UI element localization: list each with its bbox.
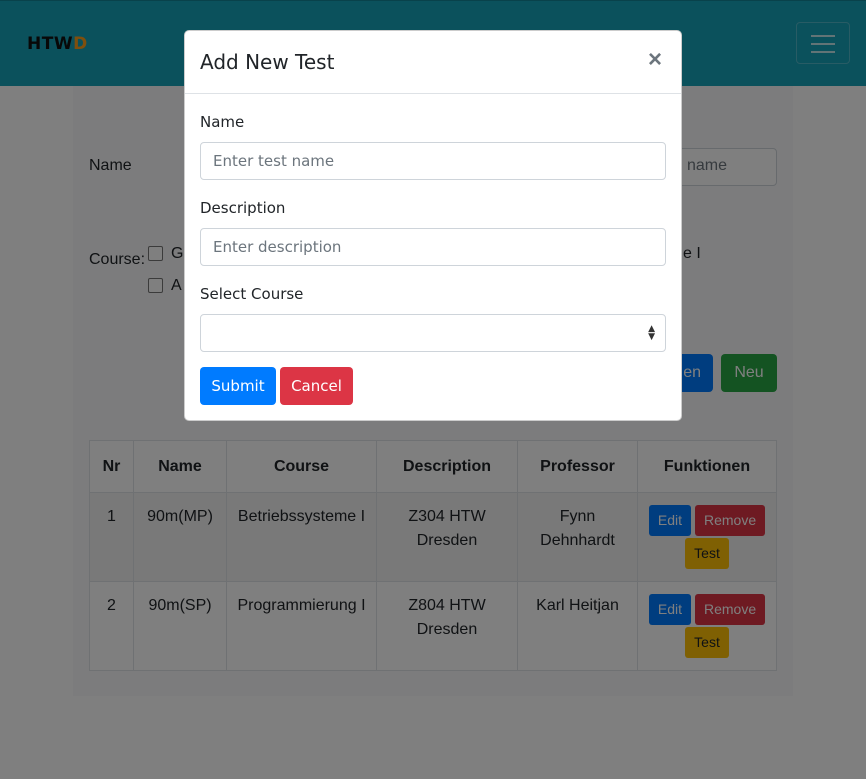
select-course-label: Select Course [200, 285, 304, 303]
select-arrows-icon: ▲ ▼ [648, 324, 655, 342]
close-icon[interactable]: × [648, 48, 662, 72]
modal-header: Add New Test × [185, 31, 681, 94]
submit-button[interactable]: Submit [200, 367, 276, 405]
test-name-label: Name [200, 113, 245, 131]
description-label: Description [200, 199, 286, 217]
test-name-input[interactable]: Enter test name [200, 142, 666, 180]
cancel-button[interactable]: Cancel [280, 367, 353, 405]
add-test-modal: Add New Test × Name Enter test name Desc… [184, 30, 682, 421]
description-input[interactable]: Enter description [200, 228, 666, 266]
course-select[interactable]: ▲ ▼ [200, 314, 666, 352]
modal-title: Add New Test [200, 50, 335, 74]
